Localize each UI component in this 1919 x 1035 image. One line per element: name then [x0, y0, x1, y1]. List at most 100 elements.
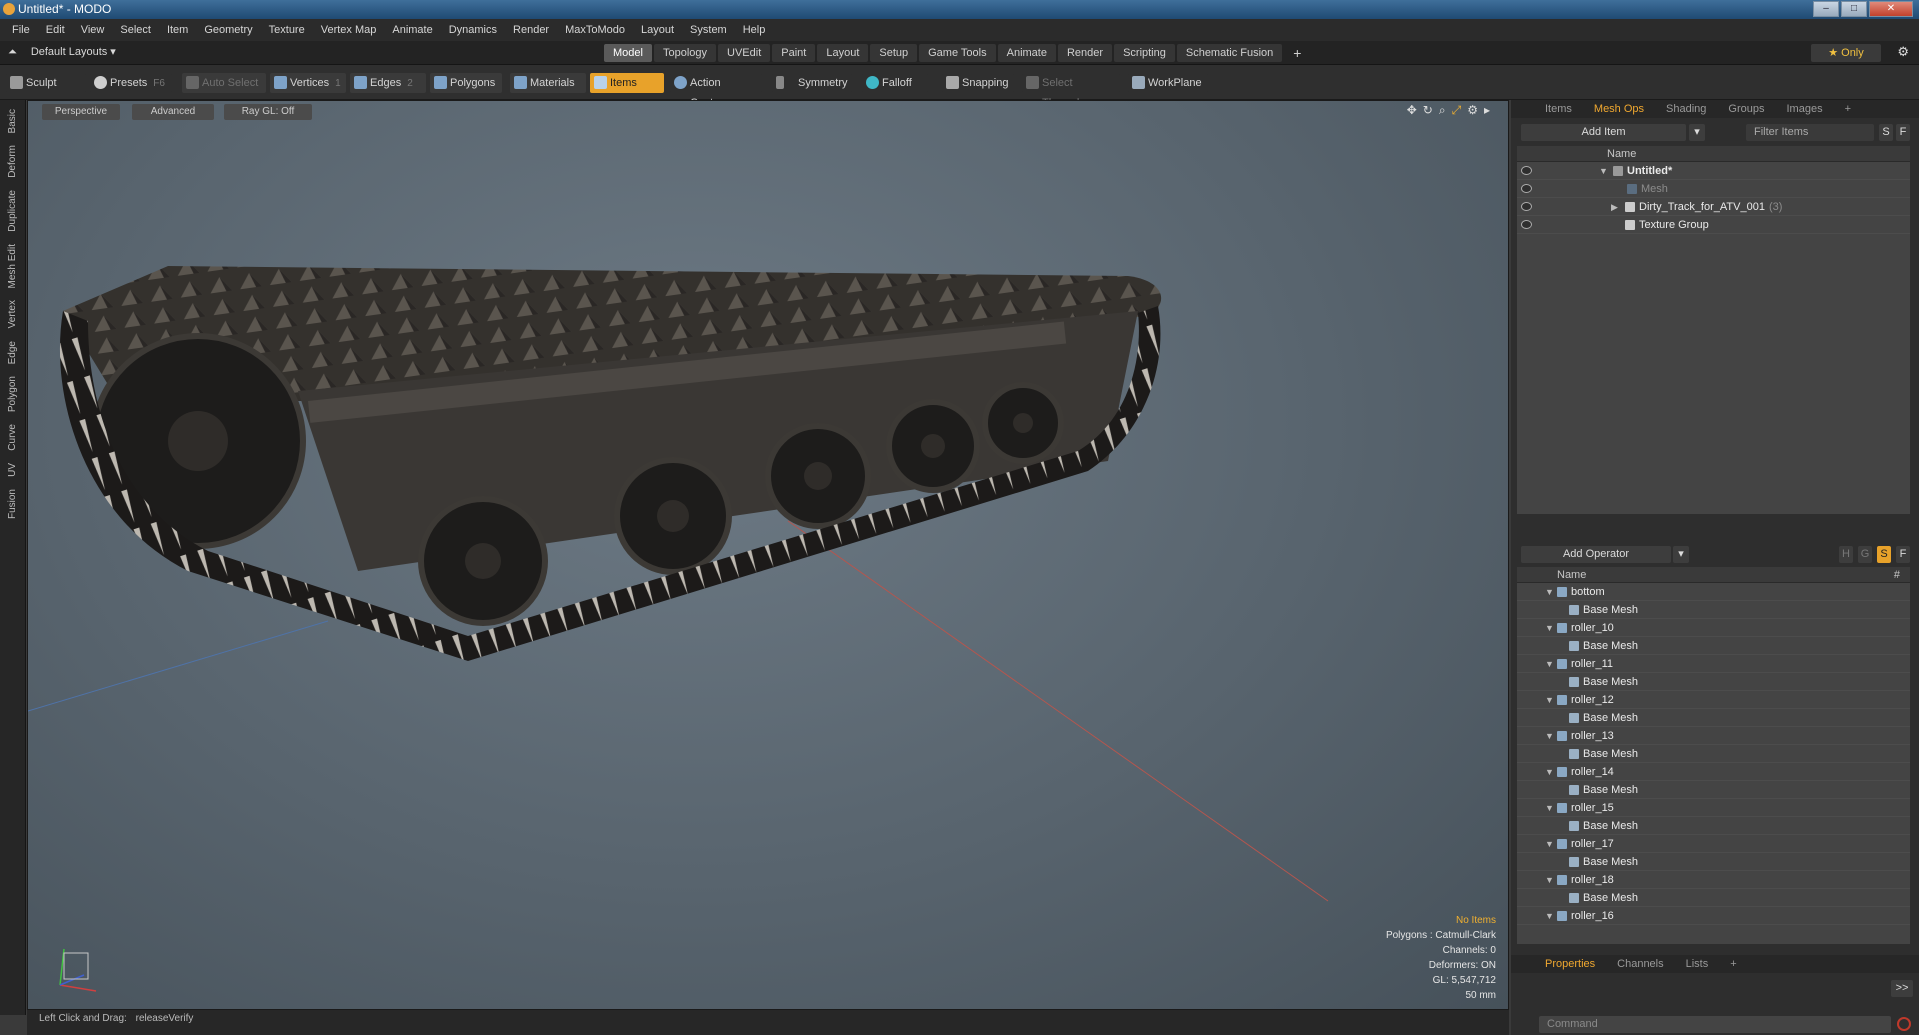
layout-selector[interactable]: ⏶ Default Layouts ▾ [8, 45, 116, 59]
symmetry-button[interactable]: Symmetry [772, 73, 852, 93]
add-panel-tab-button[interactable]: + [1835, 100, 1861, 118]
items-button[interactable]: Items [590, 73, 664, 93]
expand-arrow-icon[interactable]: ▼ [1545, 907, 1554, 925]
list-item[interactable]: Base Mesh [1517, 889, 1910, 907]
visibility-eye-icon[interactable] [1521, 184, 1532, 193]
tooltab-fusion[interactable]: Fusion [7, 486, 18, 522]
expand-arrow-icon[interactable]: ▼ [1545, 799, 1554, 817]
list-item[interactable]: Base Mesh [1517, 601, 1910, 619]
list-item[interactable]: Base Mesh [1517, 853, 1910, 871]
filter-f-button[interactable]: F [1896, 124, 1910, 141]
menu-select[interactable]: Select [112, 24, 159, 36]
tab-images[interactable]: Images [1777, 100, 1833, 118]
flag-f-button[interactable]: F [1896, 546, 1910, 563]
menu-dynamics[interactable]: Dynamics [441, 24, 505, 36]
command-record-icon[interactable] [1897, 1017, 1911, 1031]
list-item[interactable]: ▶ Dirty_Track_for_ATV_001 (3) [1517, 198, 1910, 216]
list-item[interactable]: Base Mesh [1517, 673, 1910, 691]
tab-mesh-ops[interactable]: Mesh Ops [1584, 100, 1654, 118]
list-item[interactable]: ▼ Untitled* [1517, 162, 1910, 180]
only-button[interactable]: ★ Only [1811, 44, 1881, 62]
expand-arrow-icon[interactable]: ▼ [1545, 619, 1554, 637]
list-item[interactable]: Base Mesh [1517, 745, 1910, 763]
list-item[interactable]: ▼ roller_18 [1517, 871, 1910, 889]
collapse-arrow-icon[interactable]: ▶ [1611, 198, 1618, 216]
menu-item[interactable]: Item [159, 24, 196, 36]
tab-channels[interactable]: Channels [1607, 955, 1673, 973]
menu-file[interactable]: File [4, 24, 38, 36]
list-item[interactable]: Base Mesh [1517, 637, 1910, 655]
list-item[interactable]: Base Mesh [1517, 709, 1910, 727]
expand-arrow-icon[interactable]: ▼ [1545, 835, 1554, 853]
tab-uvedit[interactable]: UVEdit [718, 44, 771, 62]
polygons-button[interactable]: Polygons [430, 73, 502, 93]
tab-groups[interactable]: Groups [1718, 100, 1774, 118]
menu-edit[interactable]: Edit [38, 24, 73, 36]
3d-viewport[interactable]: Perspective Advanced Ray GL: Off ✥ ↻ ⌕ ⤢… [27, 100, 1509, 1010]
menu-render[interactable]: Render [505, 24, 557, 36]
add-operator-button[interactable]: Add Operator [1521, 546, 1671, 563]
tooltab-polygon[interactable]: Polygon [7, 373, 18, 415]
tooltab-mesh-edit[interactable]: Mesh Edit [7, 241, 18, 291]
tab-schematic-fusion[interactable]: Schematic Fusion [1176, 44, 1283, 62]
tooltab-duplicate[interactable]: Duplicate [7, 187, 18, 235]
list-item[interactable]: Base Mesh [1517, 817, 1910, 835]
tooltab-curve[interactable]: Curve [7, 421, 18, 454]
vertices-button[interactable]: Vertices 1 [270, 73, 346, 93]
tab-properties[interactable]: Properties [1535, 955, 1605, 973]
presets-button[interactable]: Presets F6 [90, 73, 172, 93]
flag-g-button[interactable]: G [1858, 546, 1872, 563]
tab-items[interactable]: Items [1535, 100, 1582, 118]
menu-texture[interactable]: Texture [261, 24, 313, 36]
snapping-button[interactable]: Snapping [942, 73, 1014, 93]
minimize-button[interactable]: – [1813, 1, 1839, 17]
filter-items-input[interactable]: Filter Items [1746, 124, 1874, 141]
close-button[interactable]: ✕ [1869, 1, 1913, 17]
visibility-eye-icon[interactable] [1521, 166, 1532, 175]
expand-arrow-icon[interactable]: ▼ [1545, 691, 1554, 709]
tab-model[interactable]: Model [604, 44, 652, 62]
list-item[interactable]: Texture Group [1517, 216, 1910, 234]
add-operator-dropdown[interactable]: ▾ [1673, 546, 1689, 563]
gear-icon[interactable]: ⚙ [1897, 44, 1909, 60]
workplane-button[interactable]: WorkPlane [1128, 73, 1208, 93]
expand-arrow-icon[interactable]: ▼ [1545, 655, 1554, 673]
tab-render[interactable]: Render [1057, 44, 1113, 62]
tab-animate[interactable]: Animate [997, 44, 1056, 62]
tab-layout[interactable]: Layout [817, 44, 869, 62]
list-item[interactable]: Base Mesh [1517, 781, 1910, 799]
expand-arrow-icon[interactable]: ▼ [1545, 727, 1554, 745]
tab-game-tools[interactable]: Game Tools [919, 44, 996, 62]
menu-system[interactable]: System [682, 24, 735, 36]
menu-view[interactable]: View [73, 24, 113, 36]
falloff-button[interactable]: Falloff [862, 73, 928, 93]
tab-shading[interactable]: Shading [1656, 100, 1716, 118]
menu-vertex-map[interactable]: Vertex Map [313, 24, 385, 36]
expand-arrow-icon[interactable]: ▼ [1599, 162, 1608, 180]
tooltab-uv[interactable]: UV [7, 460, 18, 480]
add-item-button[interactable]: Add Item [1521, 124, 1686, 141]
filter-s-button[interactable]: S [1879, 124, 1893, 141]
add-props-tab-button[interactable]: + [1720, 955, 1746, 973]
tab-lists[interactable]: Lists [1676, 955, 1719, 973]
list-item[interactable]: ▼ roller_14 [1517, 763, 1910, 781]
tab-paint[interactable]: Paint [772, 44, 816, 62]
auto-select-button[interactable]: Auto Select [182, 73, 266, 93]
list-item[interactable]: ▼ roller_11 [1517, 655, 1910, 673]
tab-scripting[interactable]: Scripting [1114, 44, 1175, 62]
select-through-button[interactable]: Select Through [1022, 73, 1120, 109]
flag-h-button[interactable]: H [1839, 546, 1853, 563]
flag-s-button[interactable]: S [1877, 546, 1891, 563]
tooltab-vertex[interactable]: Vertex [7, 297, 18, 331]
expand-arrow-icon[interactable]: ▼ [1545, 871, 1554, 889]
list-item[interactable]: ▼ roller_17 [1517, 835, 1910, 853]
visibility-eye-icon[interactable] [1521, 202, 1532, 211]
menu-geometry[interactable]: Geometry [196, 24, 260, 36]
list-item[interactable]: Mesh [1517, 180, 1910, 198]
materials-button[interactable]: Materials [510, 73, 586, 93]
tooltab-edge[interactable]: Edge [7, 338, 18, 367]
list-item[interactable]: ▼ roller_12 [1517, 691, 1910, 709]
menu-layout[interactable]: Layout [633, 24, 682, 36]
add-tab-button[interactable]: + [1284, 44, 1310, 62]
tab-setup[interactable]: Setup [870, 44, 918, 62]
